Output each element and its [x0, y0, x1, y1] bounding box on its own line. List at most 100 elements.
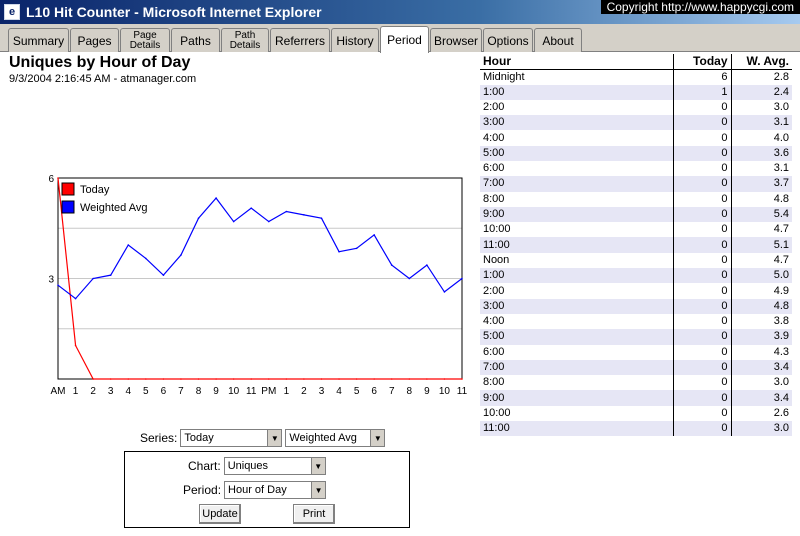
tab-period[interactable]: Period	[380, 26, 429, 53]
data-point	[338, 250, 340, 253]
x-tick-label: 4	[125, 386, 131, 397]
x-tick-label: 7	[178, 386, 184, 397]
cell-avg: 3.4	[731, 390, 792, 406]
table-row: 11:00 0 3.0	[480, 421, 792, 437]
cell-hour: 4:00	[480, 313, 674, 330]
table-row: 7:00 0 3.7	[480, 176, 792, 192]
cell-avg: 5.0	[731, 268, 792, 284]
series1-value: Today	[184, 432, 214, 444]
series2-value: Weighted Avg	[289, 432, 357, 444]
table-row: 2:00 0 3.0	[480, 99, 792, 116]
data-point	[338, 378, 340, 380]
cell-hour: 1:00	[480, 84, 674, 100]
table-row: 6:00 0 3.1	[480, 160, 792, 177]
cell-avg: 2.4	[731, 84, 792, 100]
dropdown-arrow-icon: ▼	[311, 482, 326, 498]
x-tick-label: 10	[439, 386, 451, 397]
data-point	[232, 378, 235, 380]
data-point	[285, 378, 288, 380]
cell-hour: 2:00	[480, 99, 674, 116]
table-row: 5:00 0 3.9	[480, 329, 792, 345]
cell-avg: 4.7	[773, 223, 789, 236]
x-tick-label: AM	[51, 386, 66, 397]
tab-pages[interactable]: Pages	[70, 28, 119, 52]
data-point	[197, 378, 200, 380]
data-point	[250, 378, 253, 380]
table-row: 10:00 0 4.7	[480, 222, 792, 238]
legend-label: Today	[80, 184, 110, 196]
table-row: 11:00 0 5.1	[480, 237, 792, 253]
data-point	[303, 214, 305, 216]
table-row: 8:00 0 3.0	[480, 375, 792, 391]
cell-hour: 3:00	[480, 298, 674, 314]
tab-bar: Summary Pages Page Details Paths Path De…	[0, 24, 800, 53]
cell-hour: Midnight	[480, 69, 674, 85]
x-tick-label: 11	[457, 386, 468, 397]
cell-avg: 3.4	[731, 359, 792, 376]
table-row: 7:00 0 3.4	[480, 359, 792, 376]
table-row: 10:00 0 2.6	[480, 405, 792, 422]
chart-options-panel: Chart: Uniques ▼ Period: Hour of Day ▼ U…	[124, 451, 410, 528]
tab-browser[interactable]: Browser	[430, 28, 482, 52]
data-point	[215, 378, 217, 380]
cell-today: 0	[673, 252, 732, 269]
x-tick-label: 8	[196, 386, 202, 397]
tab-paths[interactable]: Paths	[171, 28, 220, 52]
data-point	[145, 257, 147, 260]
cell-today: 0	[673, 130, 732, 146]
tab-referrers[interactable]: Referrers	[270, 28, 330, 52]
data-point	[180, 254, 182, 256]
data-point	[443, 291, 446, 293]
data-point	[250, 207, 253, 209]
cell-hour: 7:00	[480, 359, 674, 376]
data-point	[426, 264, 428, 266]
cell-avg: 4.8	[773, 192, 789, 205]
x-tick-label: 3	[108, 386, 114, 397]
table-header-row: Hour Today W. Avg.	[480, 54, 792, 70]
data-point	[74, 297, 77, 300]
tab-about[interactable]: About	[534, 28, 582, 52]
series1-select[interactable]: Today ▼	[180, 429, 283, 447]
cell-today: 0	[673, 206, 732, 223]
data-point	[57, 284, 59, 286]
cell-hour: 5:00	[480, 145, 674, 161]
series2-select[interactable]: Weighted Avg ▼	[285, 429, 386, 447]
cell-avg: 4.0	[773, 131, 789, 144]
chart-type-select[interactable]: Uniques ▼	[223, 457, 326, 475]
tab-options[interactable]: Options	[483, 28, 533, 52]
data-point	[373, 234, 375, 236]
update-button[interactable]: Update	[199, 504, 241, 524]
legend-swatch	[61, 182, 75, 196]
x-tick-label: 3	[319, 386, 325, 397]
data-point	[197, 217, 200, 219]
tab-summary[interactable]: Summary	[8, 28, 69, 52]
data-point	[390, 264, 393, 266]
cell-today: 0	[673, 191, 732, 207]
cell-today: 0	[673, 176, 732, 192]
chart-type-value: Uniques	[227, 460, 269, 472]
cell-avg: 3.1	[773, 162, 789, 175]
cell-hour: 7:00	[480, 176, 674, 192]
hourly-data-table: Hour Today W. Avg. Midnight 6 2.8 1:00 1 2.4 2…	[480, 54, 792, 437]
print-button[interactable]: Print	[293, 504, 335, 524]
data-point	[267, 378, 270, 380]
tab-path-details[interactable]: Path Details	[221, 28, 269, 52]
cell-today: 0	[673, 298, 732, 314]
table-row: Midnight 6 2.8	[480, 69, 792, 85]
chart-row: Chart: Uniques ▼	[188, 457, 326, 475]
table-row: 6:00 0 4.3	[480, 344, 792, 360]
tab-history[interactable]: History	[331, 28, 379, 52]
cell-hour: 4:00	[480, 130, 674, 146]
page-subtitle: 9/3/2004 2:16:45 AM - atmanager.com	[9, 73, 197, 85]
browser-icon: e	[4, 4, 20, 20]
cell-hour: 10:00	[480, 222, 674, 238]
period-select[interactable]: Hour of Day ▼	[224, 481, 327, 499]
period-label: Period:	[183, 483, 222, 497]
cell-hour: 5:00	[480, 329, 674, 345]
data-point	[373, 378, 375, 380]
cell-hour: 6:00	[480, 344, 674, 360]
cell-today: 0	[673, 390, 732, 406]
cell-today: 0	[673, 115, 732, 131]
tab-page-details[interactable]: Page Details	[120, 28, 170, 52]
cell-today: 0	[673, 145, 732, 161]
